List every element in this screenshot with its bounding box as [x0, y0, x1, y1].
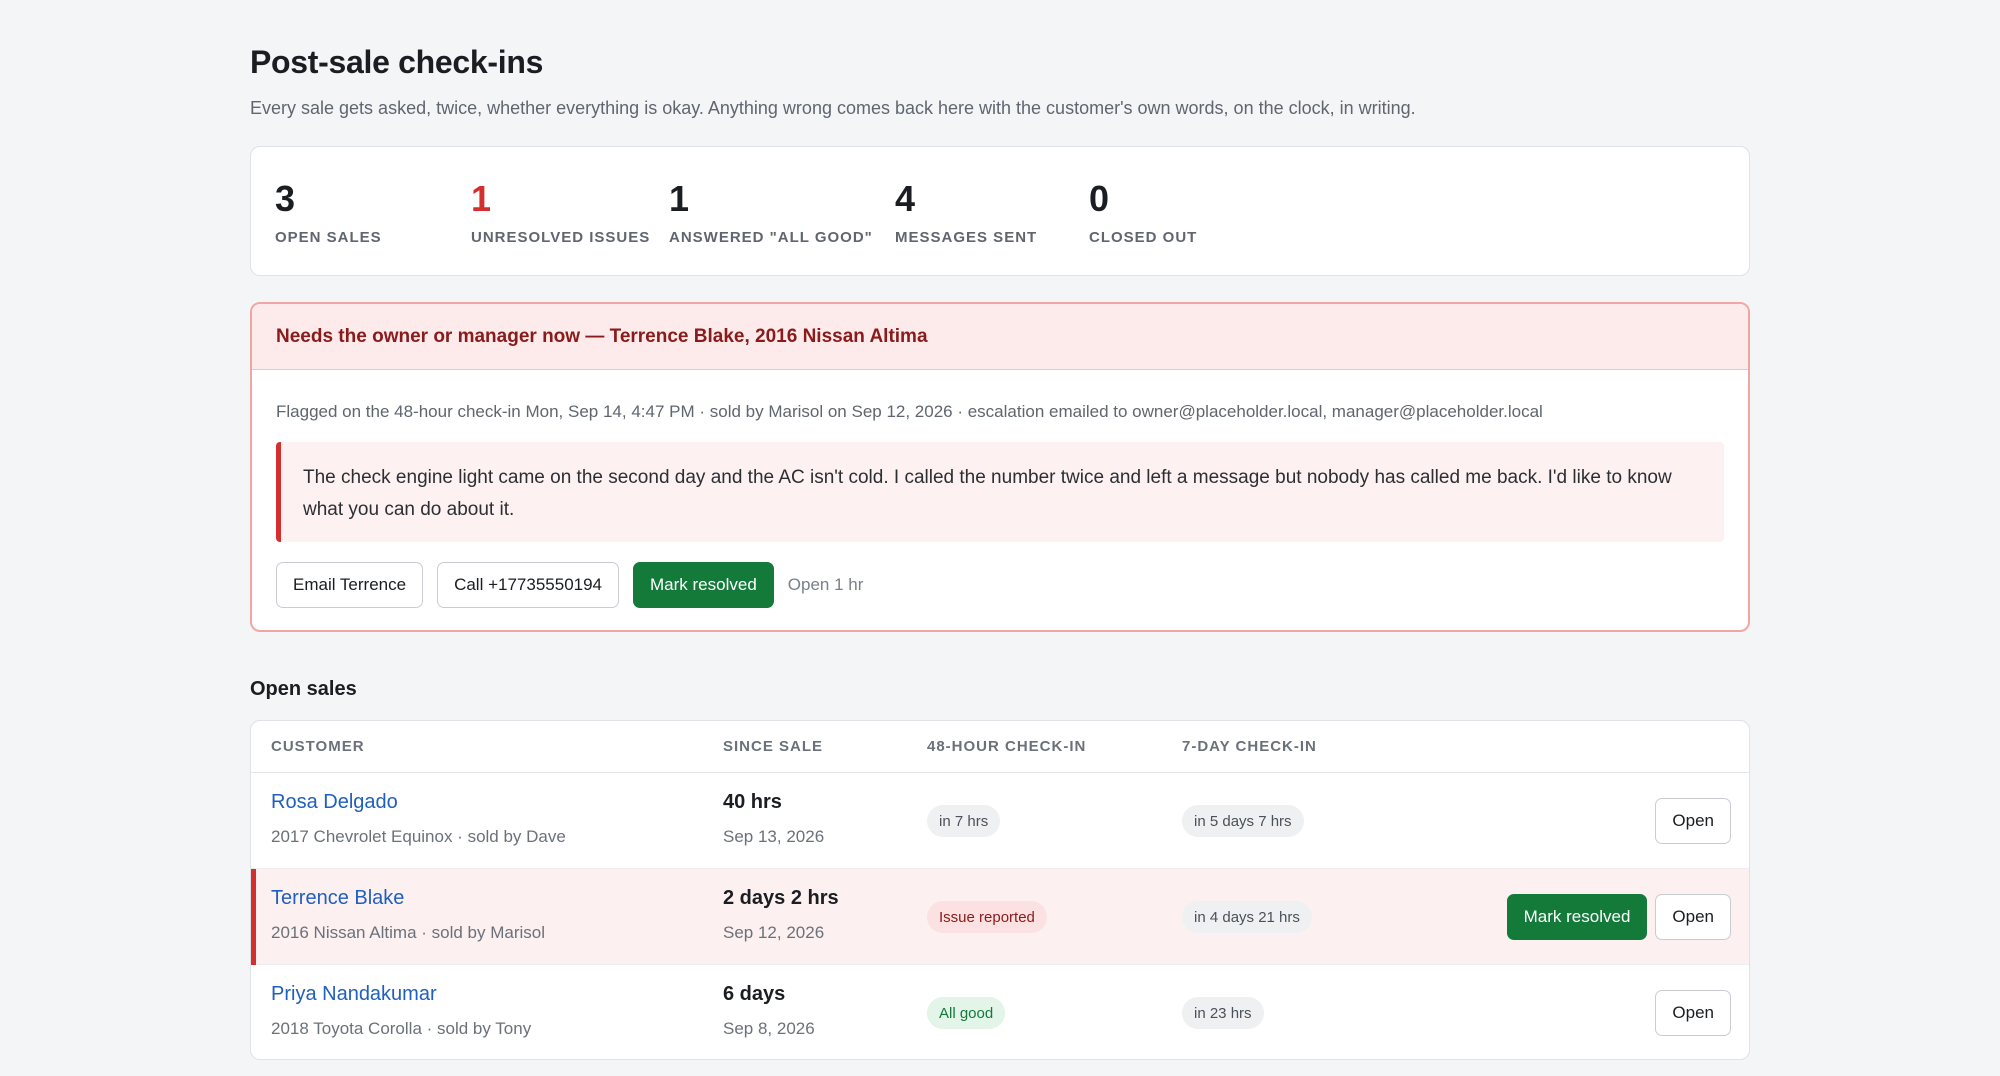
stat-label: CLOSED OUT: [1089, 229, 1198, 246]
stat-closed-out: 0 CLOSED OUT: [1089, 177, 1197, 246]
alert-actions: Email Terrence Call +17735550194 Mark re…: [276, 562, 863, 608]
row-actions: Mark resolved Open: [1506, 894, 1731, 940]
mark-resolved-button[interactable]: Mark resolved: [1506, 894, 1648, 940]
row-actions: Open: [1655, 990, 1731, 1036]
alert-header: Needs the owner or manager now — Terrenc…: [252, 304, 1748, 370]
alert-meta: Flagged on the 48-hour check-in Mon, Sep…: [276, 402, 1543, 421]
escalation-alert: Needs the owner or manager now — Terrenc…: [250, 302, 1750, 632]
check-48-status: in 7 hrs: [927, 805, 1001, 837]
open-sale-button[interactable]: Open: [1655, 798, 1731, 844]
stat-value: 1: [471, 178, 492, 219]
open-duration: Open 1 hr: [787, 575, 864, 594]
stat-unresolved-issues: 1 UNRESOLVED ISSUES: [471, 177, 650, 246]
check-48-status: Issue reported: [927, 901, 1047, 933]
open-sales-table: CUSTOMER SINCE SALE 48-HOUR CHECK-IN 7-D…: [250, 720, 1750, 1060]
stat-messages-sent: 4 MESSAGES SENT: [895, 177, 1037, 246]
page-title: Post-sale check-ins: [250, 44, 544, 80]
since-sale-duration: 6 days: [723, 983, 786, 1005]
page-subtitle: Every sale gets asked, twice, whether ev…: [250, 98, 1416, 118]
sale-date: Sep 8, 2026: [723, 1019, 815, 1038]
since-sale-duration: 2 days 2 hrs: [723, 887, 839, 909]
stat-value: 4: [895, 178, 916, 219]
open-sale-button[interactable]: Open: [1655, 894, 1731, 940]
call-customer-button[interactable]: Call +17735550194: [437, 562, 620, 608]
table-row: Priya Nandakumar 2018 Toyota Corolla · s…: [251, 965, 1749, 1059]
sale-date: Sep 13, 2026: [723, 827, 825, 846]
customer-quote: The check engine light came on the secon…: [276, 442, 1724, 542]
vehicle-and-salesperson: 2018 Toyota Corolla · sold by Tony: [271, 1019, 532, 1038]
column-header-customer: CUSTOMER: [271, 738, 365, 755]
row-actions: Open: [1655, 798, 1731, 844]
alert-title: Needs the owner or manager now — Terrenc…: [276, 325, 928, 347]
sale-date: Sep 12, 2026: [723, 923, 825, 942]
table-header: CUSTOMER SINCE SALE 48-HOUR CHECK-IN 7-D…: [251, 721, 1749, 773]
stat-value: 3: [275, 178, 296, 219]
vehicle-and-salesperson: 2017 Chevrolet Equinox · sold by Dave: [271, 827, 566, 846]
stat-label: ANSWERED "ALL GOOD": [669, 229, 873, 246]
open-sale-button[interactable]: Open: [1655, 990, 1731, 1036]
check-7-status: in 5 days 7 hrs: [1182, 805, 1304, 837]
stat-value: 0: [1089, 178, 1110, 219]
customer-name-link[interactable]: Priya Nandakumar: [271, 983, 437, 1006]
column-header-7-day-check-in: 7-DAY CHECK-IN: [1182, 738, 1317, 755]
email-customer-button[interactable]: Email Terrence: [276, 562, 424, 608]
stat-label: OPEN SALES: [275, 229, 382, 246]
customer-name-link[interactable]: Terrence Blake: [271, 887, 404, 910]
mark-resolved-button[interactable]: Mark resolved: [633, 562, 774, 608]
stat-answered-all-good: 1 ANSWERED "ALL GOOD": [669, 177, 873, 246]
section-title-open-sales: Open sales: [250, 678, 357, 700]
customer-name-link[interactable]: Rosa Delgado: [271, 791, 398, 814]
vehicle-and-salesperson: 2016 Nissan Altima · sold by Marisol: [271, 923, 546, 942]
column-header-since-sale: SINCE SALE: [723, 738, 824, 755]
stat-open-sales: 3 OPEN SALES: [275, 177, 382, 246]
table-row: Terrence Blake 2016 Nissan Altima · sold…: [251, 869, 1749, 965]
stat-value: 1: [669, 178, 690, 219]
column-header-48-hour-check-in: 48-HOUR CHECK-IN: [927, 738, 1087, 755]
flag-bar: [251, 869, 256, 965]
table-row: Rosa Delgado 2017 Chevrolet Equinox · so…: [251, 773, 1749, 869]
stat-label: UNRESOLVED ISSUES: [471, 229, 651, 246]
check-7-status: in 4 days 21 hrs: [1182, 901, 1312, 933]
check-7-status: in 23 hrs: [1182, 997, 1264, 1029]
stats-card: 3 OPEN SALES 1 UNRESOLVED ISSUES 1 ANSWE…: [250, 146, 1750, 276]
stat-label: MESSAGES SENT: [895, 229, 1038, 246]
check-48-status: All good: [927, 997, 1006, 1029]
since-sale-duration: 40 hrs: [723, 791, 782, 813]
